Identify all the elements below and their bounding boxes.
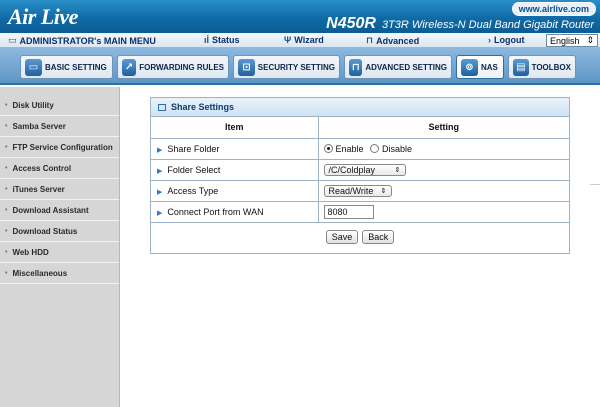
table-row: ▶ Connect Port from WAN 8080	[151, 201, 569, 223]
sidebar: • Disk Utility • Samba Server • FTP Service…	[0, 87, 120, 407]
connect-port-setting: 8080	[318, 201, 569, 223]
toolbox-icon: ▤	[513, 58, 529, 76]
forward-icon: ↗	[122, 58, 137, 76]
advanced-link[interactable]: ⊓ Advanced	[366, 35, 419, 46]
tab-security-setting[interactable]: ⊡ SECURITY SETTING	[233, 55, 340, 79]
access-type-label: ▶ Access Type	[151, 180, 319, 202]
sidebar-item-miscellaneous[interactable]: • Miscellaneous	[0, 263, 119, 284]
folder-select-dropdown[interactable]: /C/Coldplay ⇕	[323, 163, 406, 176]
save-button[interactable]: Save	[325, 230, 359, 244]
table-row: ▶ Share Folder Enable Disable	[151, 138, 569, 160]
tab-forwarding-rules[interactable]: ↗ FORWARDING RULES	[117, 55, 229, 79]
settings-table: Item Setting ▶ Share Folder Enable Disabl…	[151, 117, 569, 223]
main-menu-bar: ▭ ADMINISTRATOR's MAIN MENU ıİ Status Ψ …	[0, 33, 600, 48]
arrow-right-icon: ▶	[157, 167, 163, 175]
connect-port-input[interactable]: 8080	[323, 204, 374, 219]
tools-icon: ⊓	[349, 58, 363, 76]
back-button[interactable]: Back	[362, 230, 395, 244]
bullet-icon: •	[5, 206, 8, 214]
chevron-updown-icon: ⇕	[394, 166, 401, 174]
table-row: ▶ Access Type Read/Write ⇕	[151, 180, 569, 202]
tab-advanced-setting[interactable]: ⊓ ADVANCED SETTING	[344, 55, 452, 79]
table-row: ▶ Folder Select /C/Coldplay ⇕	[151, 159, 569, 181]
chevron-updown-icon: ⇕	[380, 187, 387, 195]
panel-title: Share Settings	[151, 98, 569, 117]
sidebar-item-ftp-service[interactable]: • FTP Service Configuration	[0, 137, 119, 158]
access-type-setting: Read/Write ⇕	[318, 180, 569, 202]
action-buttons: Save Back	[151, 223, 569, 252]
share-folder-setting: Enable Disable	[318, 138, 569, 160]
access-type-dropdown[interactable]: Read/Write ⇕	[323, 184, 392, 197]
status-link[interactable]: ıİ Status	[204, 35, 240, 45]
sidebar-item-itunes-server[interactable]: • iTunes Server	[0, 179, 119, 200]
wizard-icon: Ψ	[284, 35, 292, 45]
column-header-setting: Setting	[318, 117, 569, 139]
share-folder-label: ▶ Share Folder	[151, 138, 319, 160]
share-folder-disable-radio[interactable]	[370, 143, 380, 153]
product-title: N450R 3T3R Wireless-N Dual Band Gigabit R…	[326, 15, 594, 33]
arrow-right-icon: ▶	[157, 209, 163, 217]
monitor-icon: ▭	[8, 35, 17, 45]
bullet-icon: •	[5, 143, 8, 151]
sidebar-item-download-status[interactable]: • Download Status	[0, 221, 119, 242]
sidebar-item-samba-server[interactable]: • Samba Server	[0, 116, 119, 137]
share-settings-panel: Share Settings Item Setting ▶ Share Folde…	[150, 97, 570, 254]
website-badge[interactable]: www.airlive.com	[511, 2, 596, 16]
lock-icon: ⊡	[238, 58, 255, 76]
tab-toolbox[interactable]: ▤ TOOLBOX	[508, 55, 576, 79]
chevron-down-icon: ⇕	[586, 35, 594, 45]
sidebar-item-access-control[interactable]: • Access Control	[0, 158, 119, 179]
admin-main-menu[interactable]: ▭ ADMINISTRATOR's MAIN MENU	[8, 35, 156, 46]
divider	[590, 184, 600, 185]
monitor-icon: ▭	[25, 58, 42, 76]
column-header-item: Item	[151, 117, 319, 139]
sidebar-item-download-assistant[interactable]: • Download Assistant	[0, 200, 119, 221]
airlive-logo[interactable]: Air Live	[8, 4, 78, 30]
connect-port-label: ▶ Connect Port from WAN	[151, 201, 319, 223]
tab-basic-setting[interactable]: ▭ BASIC SETTING	[20, 55, 113, 79]
share-folder-enable-radio[interactable]	[323, 143, 333, 153]
table-header-row: Item Setting	[151, 117, 569, 139]
product-model: N450R	[326, 15, 376, 32]
arrow-right-icon: ▶	[157, 188, 163, 196]
bullet-icon: •	[5, 122, 8, 130]
bullet-icon: •	[5, 269, 8, 277]
advanced-icon: ⊓	[366, 35, 374, 45]
language-select[interactable]: English ⇕	[546, 34, 598, 47]
bullet-icon: •	[5, 185, 8, 193]
sidebar-item-web-hdd[interactable]: • Web HDD	[0, 242, 119, 263]
header-banner: Air Live www.airlive.com N450R 3T3R Wirel…	[0, 0, 600, 33]
folder-select-setting: /C/Coldplay ⇕	[318, 159, 569, 181]
bullet-icon: •	[5, 101, 8, 109]
sidebar-item-disk-utility[interactable]: • Disk Utility	[0, 95, 119, 116]
product-description: 3T3R Wireless-N Dual Band Gigabit Router	[381, 19, 594, 31]
bullet-icon: •	[5, 164, 8, 172]
logout-link[interactable]: › Logout	[488, 35, 525, 45]
logout-arrow-icon: ›	[488, 35, 491, 45]
status-icon: ıİ	[204, 35, 210, 45]
bullet-icon: •	[5, 248, 8, 256]
folder-select-label: ▶ Folder Select	[151, 159, 319, 181]
arrow-right-icon: ▶	[157, 146, 163, 154]
tab-nas[interactable]: ⊚ NAS	[456, 55, 504, 79]
window-icon	[158, 103, 166, 111]
wizard-link[interactable]: Ψ Wizard	[284, 35, 324, 45]
nas-icon: ⊚	[461, 58, 478, 76]
tab-bar: ▭ BASIC SETTING ↗ FORWARDING RULES ⊡ SEC…	[0, 48, 600, 85]
bullet-icon: •	[5, 227, 8, 235]
